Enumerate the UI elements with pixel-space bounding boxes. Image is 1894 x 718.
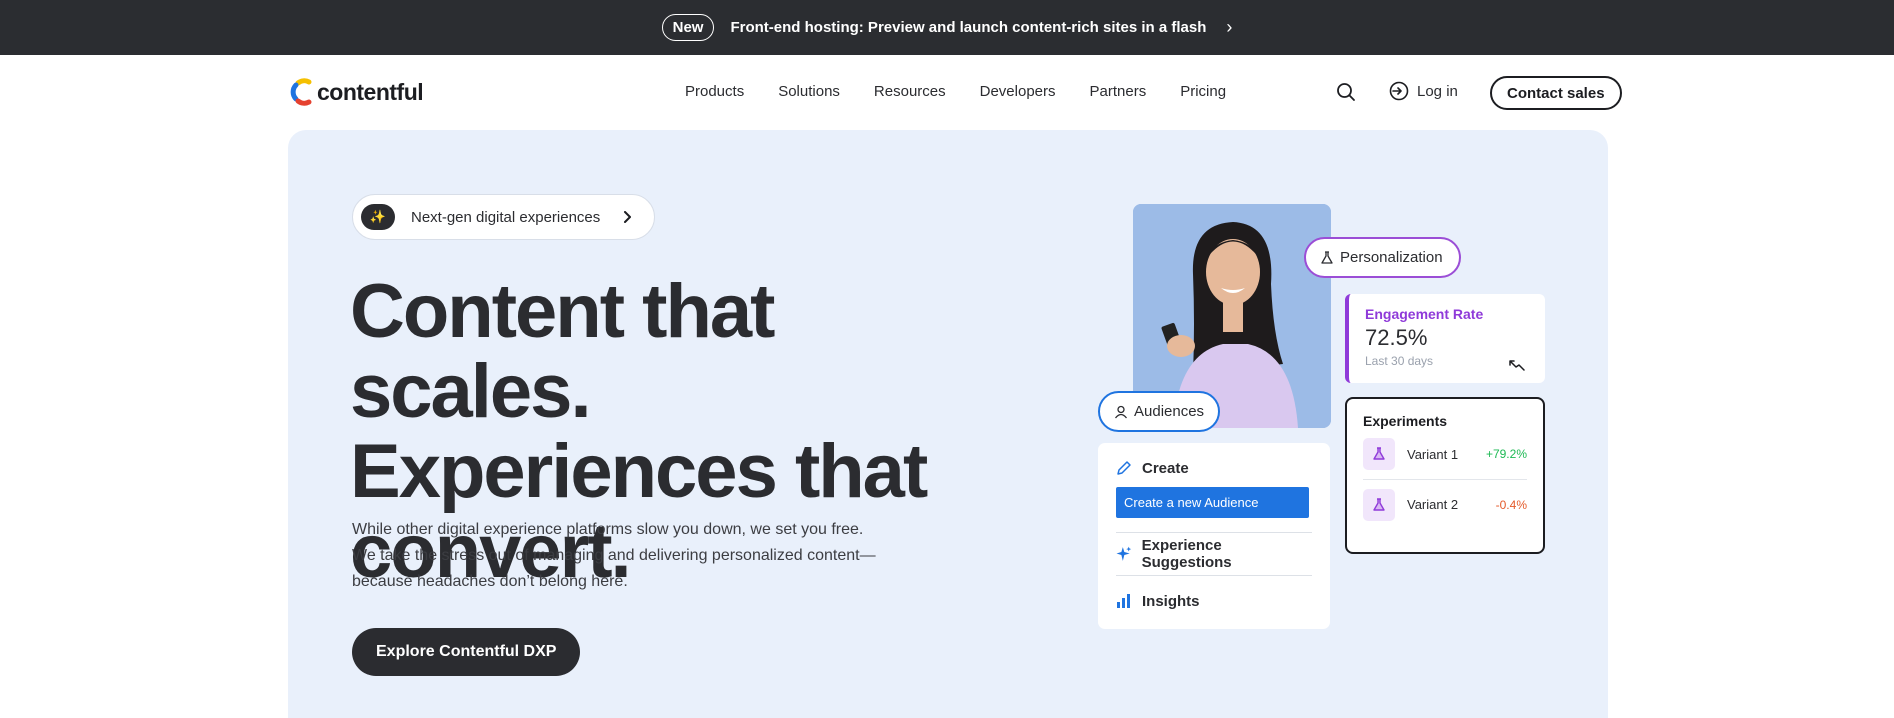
nav-developers[interactable]: Developers <box>980 83 1056 100</box>
login-link[interactable]: Log in <box>1389 81 1458 101</box>
experiments-card: Experiments Variant 1 +79.2% Variant 2 -… <box>1345 397 1545 554</box>
hero-section: ✨ Next-gen digital experiences Content t… <box>288 130 1608 718</box>
divider <box>1116 575 1312 576</box>
search-icon[interactable] <box>1336 82 1356 102</box>
engagement-card: Engagement Rate 72.5% Last 30 days <box>1345 294 1545 383</box>
sparkle-icon: ✨ <box>361 204 395 230</box>
audiences-label: Audiences <box>1134 403 1205 420</box>
nav-partners[interactable]: Partners <box>1090 83 1147 100</box>
nav-resources[interactable]: Resources <box>874 83 946 100</box>
create-item[interactable]: Create <box>1116 457 1312 479</box>
headline-line-2: Experiences that <box>350 429 928 514</box>
explore-dxp-button[interactable]: Explore Contentful DXP <box>352 628 581 676</box>
divider <box>1116 532 1312 533</box>
nav-links: Products Solutions Resources Developers … <box>685 83 1226 100</box>
experience-suggestions-item[interactable]: Experience Suggestions <box>1116 537 1312 571</box>
insights-label: Insights <box>1142 592 1200 610</box>
create-label: Create <box>1142 459 1189 477</box>
sparkle-icon <box>1116 546 1132 561</box>
pill-text: Next-gen digital experiences <box>411 208 601 226</box>
hero-subtext: While other digital experience platforms… <box>352 517 912 595</box>
experiments-title: Experiments <box>1363 413 1448 429</box>
variant-change: +79.2% <box>1485 447 1527 461</box>
variant-change: -0.4% <box>1495 497 1527 512</box>
engagement-period: Last 30 days <box>1365 354 1434 368</box>
contentful-logo-icon <box>290 78 312 106</box>
subtext-line-1: While other digital experience platforms… <box>352 521 864 538</box>
bar-chart-icon <box>1117 594 1130 608</box>
suggestions-label: Experience Suggestions <box>1141 537 1232 571</box>
nav-products[interactable]: Products <box>685 83 744 100</box>
flask-icon <box>1363 488 1395 521</box>
contentful-logo[interactable]: contentful <box>289 78 424 106</box>
personalization-tag[interactable]: Personalization <box>1304 237 1461 278</box>
nav-pricing[interactable]: Pricing <box>1180 83 1226 100</box>
login-icon <box>1389 81 1409 101</box>
logo-text: contentful <box>317 78 424 105</box>
announcement-bar: New Front-end hosting: Preview and launc… <box>0 0 1894 55</box>
headline-line-1: Content that scales. <box>350 269 775 434</box>
create-audience-button[interactable]: Create a new Audience <box>1116 487 1309 518</box>
top-navigation: contentful Products Solutions Resources … <box>0 55 1894 130</box>
login-label: Log in <box>1417 82 1458 100</box>
engagement-value: 72.5% <box>1365 325 1428 350</box>
pencil-icon <box>1117 461 1131 475</box>
user-icon <box>1114 405 1128 418</box>
variant-name: Variant 1 <box>1407 446 1459 462</box>
subtext-line-2: We take the stress out of managing and d… <box>352 547 876 564</box>
nav-solutions[interactable]: Solutions <box>778 83 840 100</box>
announcement-link[interactable]: Front-end hosting: Preview and launch co… <box>730 19 1206 36</box>
variant-row: Variant 2 -0.4% <box>1363 479 1527 529</box>
chevron-right-icon[interactable]: › <box>1226 17 1232 38</box>
subtext-line-3: because headaches don’t belong here. <box>352 573 628 590</box>
flask-icon <box>1321 250 1333 264</box>
next-gen-pill[interactable]: ✨ Next-gen digital experiences <box>352 194 656 240</box>
variant-name: Variant 2 <box>1407 497 1459 512</box>
insights-item[interactable]: Insights <box>1116 590 1312 612</box>
engagement-label: Engagement Rate <box>1365 306 1484 322</box>
chevron-right-icon <box>624 211 632 223</box>
trend-arrow-icon <box>1509 360 1525 371</box>
contact-sales-button[interactable]: Contact sales <box>1490 76 1622 110</box>
new-badge: New <box>661 14 715 41</box>
audiences-tag[interactable]: Audiences <box>1098 391 1221 432</box>
personalization-label: Personalization <box>1340 249 1443 266</box>
variant-row: Variant 1 +79.2% <box>1363 429 1527 479</box>
audience-menu-card: Create Create a new Audience Experience … <box>1098 443 1330 629</box>
flask-icon <box>1363 438 1395 470</box>
